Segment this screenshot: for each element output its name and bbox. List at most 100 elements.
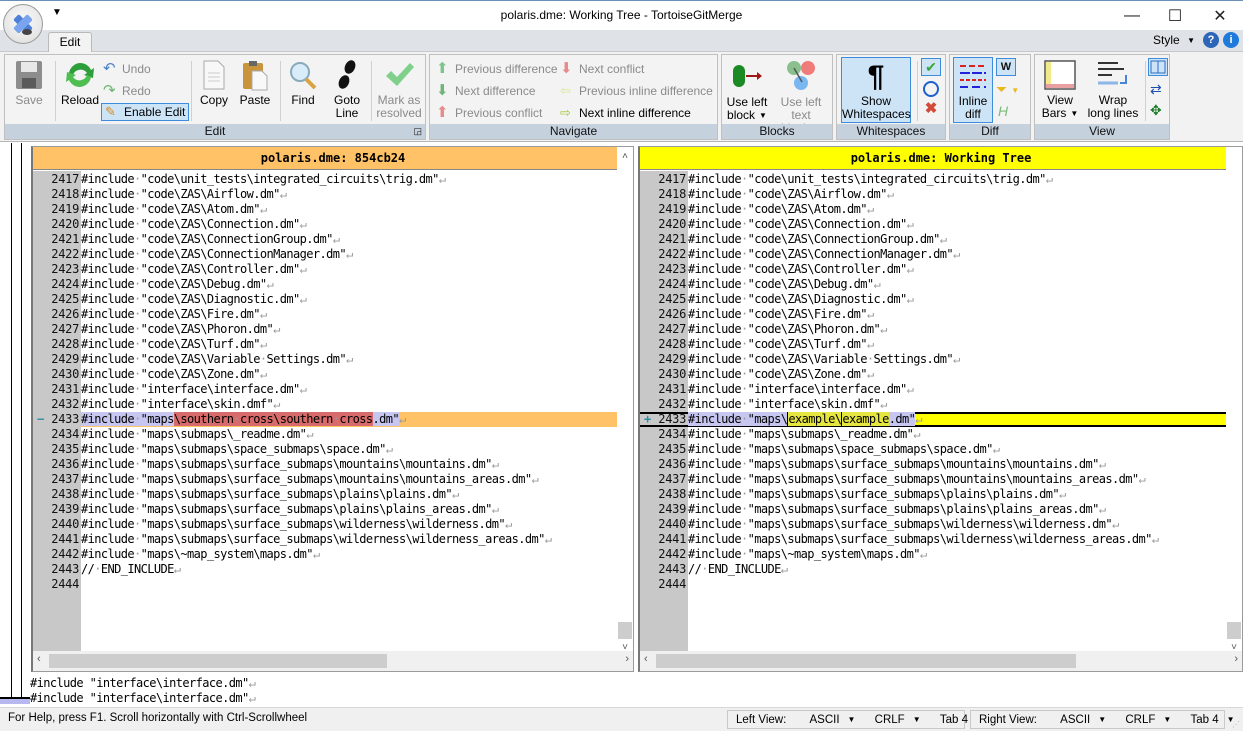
application-menu-button[interactable] bbox=[3, 4, 43, 44]
code-line[interactable]: 2425 #include·"code\ZAS\Diagnostic.dm"↵ bbox=[640, 292, 1226, 307]
right-tab-dropdown[interactable]: Tab 4 ▼ bbox=[1183, 711, 1235, 729]
mark-as-resolved-button[interactable]: Mark as resolved bbox=[375, 59, 423, 120]
left-vertical-scrollbar[interactable]: ˄ ˅ bbox=[617, 147, 633, 653]
code-line[interactable]: 2439 #include·"maps\submaps\surface_subma… bbox=[640, 502, 1226, 517]
use-left-block-button[interactable]: Use left block ▼ bbox=[724, 59, 770, 122]
code-line[interactable]: 2431 #include·"interface\interface.dm"↵ bbox=[33, 382, 617, 397]
right-code-view[interactable]: 2417 #include·"code\unit_tests\integrated… bbox=[640, 172, 1226, 651]
code-line[interactable]: 2421 #include·"code\ZAS\ConnectionGroup.d… bbox=[33, 232, 617, 247]
wrap-long-lines-button[interactable]: Wrap long lines bbox=[1085, 59, 1141, 120]
swap-views-button[interactable]: ⇄ bbox=[1150, 81, 1168, 97]
code-line[interactable]: 2427 #include·"code\ZAS\Phoron.dm"↵ bbox=[640, 322, 1226, 337]
code-line[interactable]: 2437 #include·"maps\submaps\surface_subma… bbox=[33, 472, 617, 487]
code-line[interactable]: 2434 #include·"maps\submaps\_readme.dm"↵ bbox=[640, 427, 1226, 442]
scroll-right-icon[interactable]: › bbox=[625, 653, 629, 665]
scrollbar-thumb[interactable] bbox=[618, 622, 632, 639]
code-line[interactable]: 2421 #include·"code\ZAS\ConnectionGroup.d… bbox=[640, 232, 1226, 247]
close-button[interactable]: ✕ bbox=[1197, 1, 1243, 30]
code-line[interactable]: 2417 #include·"code\unit_tests\integrated… bbox=[33, 172, 617, 187]
find-button[interactable]: Find bbox=[285, 59, 321, 107]
code-line[interactable]: 2430 #include·"code\ZAS\Zone.dm"↵ bbox=[640, 367, 1226, 382]
code-line[interactable]: 2435 #include·"maps\submaps\space_submaps… bbox=[640, 442, 1226, 457]
tab-edit[interactable]: Edit bbox=[48, 32, 92, 53]
collapse-view-button[interactable]: ✥ bbox=[1150, 102, 1168, 118]
code-line[interactable]: 2425 #include·"code\ZAS\Diagnostic.dm"↵ bbox=[33, 292, 617, 307]
scrollbar-thumb[interactable] bbox=[1227, 622, 1241, 639]
changed-line[interactable]: 2433− #include·"maps\southern·cross\south… bbox=[33, 412, 617, 427]
code-line[interactable]: 2428 #include·"code\ZAS\Turf.dm"↵ bbox=[640, 337, 1226, 352]
right-vertical-scrollbar[interactable]: ˅ bbox=[1226, 147, 1242, 653]
code-line[interactable]: 2429 #include·"code\ZAS\Variable·Settings… bbox=[33, 352, 617, 367]
code-line[interactable]: 2430 #include·"code\ZAS\Zone.dm"↵ bbox=[33, 367, 617, 382]
code-line[interactable]: 2420 #include·"code\ZAS\Connection.dm"↵ bbox=[640, 217, 1226, 232]
code-line[interactable]: 2439 #include·"maps\submaps\surface_subma… bbox=[33, 502, 617, 517]
previous-inline-difference-button[interactable]: ⇦ Previous inline difference bbox=[560, 82, 713, 100]
inline-diff-button[interactable]: Inline diff bbox=[953, 57, 993, 123]
goto-line-button[interactable]: Goto Line bbox=[327, 59, 367, 120]
code-line[interactable]: 2431 #include·"interface\interface.dm"↵ bbox=[640, 382, 1226, 397]
code-line[interactable]: 2441 #include·"maps\submaps\surface_subma… bbox=[33, 532, 617, 547]
code-line[interactable]: 2438 #include·"maps\submaps\surface_subma… bbox=[33, 487, 617, 502]
code-line[interactable]: 2438 #include·"maps\submaps\surface_subma… bbox=[640, 487, 1226, 502]
whitespace-check-toggle[interactable]: ✔ bbox=[921, 58, 941, 76]
code-line[interactable]: 2418 #include·"code\ZAS\Airflow.dm"↵ bbox=[640, 187, 1226, 202]
next-inline-difference-button[interactable]: ⇨ Next inline difference bbox=[560, 104, 691, 122]
code-line[interactable]: 2427 #include·"code\ZAS\Phoron.dm"↵ bbox=[33, 322, 617, 337]
code-line[interactable]: 2432 #include·"interface\skin.dmf"↵ bbox=[33, 397, 617, 412]
right-horizontal-scrollbar[interactable]: ‹ › bbox=[640, 651, 1242, 671]
minimize-button[interactable]: — bbox=[1109, 1, 1155, 30]
whitespace-circle-toggle[interactable] bbox=[923, 81, 939, 97]
code-line[interactable]: 2442 #include·"maps\~map_system\maps.dm"↵ bbox=[640, 547, 1226, 562]
copy-button[interactable]: Copy bbox=[195, 59, 233, 107]
code-line[interactable]: 2426 #include·"code\ZAS\Fire.dm"↵ bbox=[33, 307, 617, 322]
previous-conflict-button[interactable]: ⬆ Previous conflict bbox=[436, 104, 542, 122]
code-line[interactable]: 2418 #include·"code\ZAS\Airflow.dm"↵ bbox=[33, 187, 617, 202]
code-line[interactable]: 2417 #include·"code\unit_tests\integrated… bbox=[640, 172, 1226, 187]
code-line[interactable]: 2428 #include·"code\ZAS\Turf.dm"↵ bbox=[33, 337, 617, 352]
code-line[interactable]: 2436 #include·"maps\submaps\surface_subma… bbox=[33, 457, 617, 472]
scroll-up-icon[interactable] bbox=[1226, 149, 1242, 165]
left-eol-dropdown[interactable]: CRLF ▼ bbox=[867, 711, 921, 729]
view-bars-button[interactable]: View Bars ▼ bbox=[1037, 59, 1083, 120]
paste-button[interactable]: Paste bbox=[235, 59, 275, 107]
enable-edit-button[interactable]: ✎ Enable Edit bbox=[101, 103, 190, 121]
code-line[interactable]: 2440 #include·"maps\submaps\surface_subma… bbox=[640, 517, 1226, 532]
scrollbar-thumb[interactable] bbox=[656, 654, 1076, 668]
resize-grip-icon[interactable]: ⋰ bbox=[1232, 720, 1240, 729]
redo-button[interactable]: ↷ Redo bbox=[103, 82, 151, 100]
code-line[interactable]: 2423 #include·"code\ZAS\Controller.dm"↵ bbox=[640, 262, 1226, 277]
scroll-left-icon[interactable]: ‹ bbox=[644, 653, 648, 665]
left-encoding-dropdown[interactable]: ASCII ▼ bbox=[802, 711, 856, 729]
code-line[interactable]: 2429 #include·"code\ZAS\Variable·Settings… bbox=[640, 352, 1226, 367]
save-button[interactable]: Save bbox=[9, 59, 49, 107]
whitespace-ignore-toggle[interactable]: ✖ bbox=[923, 101, 939, 117]
case-ignore-toggle[interactable]: H bbox=[998, 103, 1016, 121]
right-encoding-dropdown[interactable]: ASCII ▼ bbox=[1052, 711, 1106, 729]
location-bar[interactable] bbox=[0, 143, 30, 708]
reload-button[interactable]: Reload bbox=[59, 59, 101, 107]
code-line[interactable]: 2442 #include·"maps\~map_system\maps.dm"↵ bbox=[33, 547, 617, 562]
style-menu[interactable]: Style ▼ bbox=[1153, 33, 1195, 47]
code-line[interactable]: 2443//·END_INCLUDE↵ bbox=[33, 562, 617, 577]
code-line[interactable]: 2419 #include·"code\ZAS\Atom.dm"↵ bbox=[33, 202, 617, 217]
scroll-left-icon[interactable]: ‹ bbox=[37, 653, 41, 665]
show-whitespaces-button[interactable]: ¶ Show Whitespaces bbox=[841, 57, 911, 123]
code-line[interactable]: 2437 #include·"maps\submaps\surface_subma… bbox=[640, 472, 1226, 487]
code-line[interactable]: 2419 #include·"code\ZAS\Atom.dm"↵ bbox=[640, 202, 1226, 217]
scroll-right-icon[interactable]: › bbox=[1234, 653, 1238, 665]
code-line[interactable]: 2443//·END_INCLUDE↵ bbox=[640, 562, 1226, 577]
left-horizontal-scrollbar[interactable]: ‹ › bbox=[33, 651, 633, 671]
scroll-up-icon[interactable]: ˄ bbox=[617, 149, 633, 165]
code-line[interactable]: 2423 #include·"code\ZAS\Controller.dm"↵ bbox=[33, 262, 617, 277]
code-line[interactable]: 2441 #include·"maps\submaps\surface_subma… bbox=[640, 532, 1226, 547]
code-line[interactable]: 2424 #include·"code\ZAS\Debug.dm"↵ bbox=[33, 277, 617, 292]
code-line[interactable]: 2444 bbox=[33, 577, 617, 592]
code-line[interactable]: 2420 #include·"code\ZAS\Connection.dm"↵ bbox=[33, 217, 617, 232]
next-conflict-button[interactable]: ⬇ Next conflict bbox=[560, 60, 644, 78]
code-line[interactable]: 2426 #include·"code\ZAS\Fire.dm"↵ bbox=[640, 307, 1226, 322]
changed-line[interactable]: 2433 + #include·"maps\example\example.dm"↵ bbox=[640, 412, 1226, 427]
code-line[interactable]: 2422 #include·"code\ZAS\ConnectionManager… bbox=[33, 247, 617, 262]
word-diff-toggle[interactable]: W bbox=[996, 58, 1016, 76]
previous-difference-button[interactable]: ⬆ Previous difference bbox=[436, 60, 558, 78]
filter-dropdown-button[interactable]: ⏷ ▼ bbox=[996, 81, 1026, 99]
